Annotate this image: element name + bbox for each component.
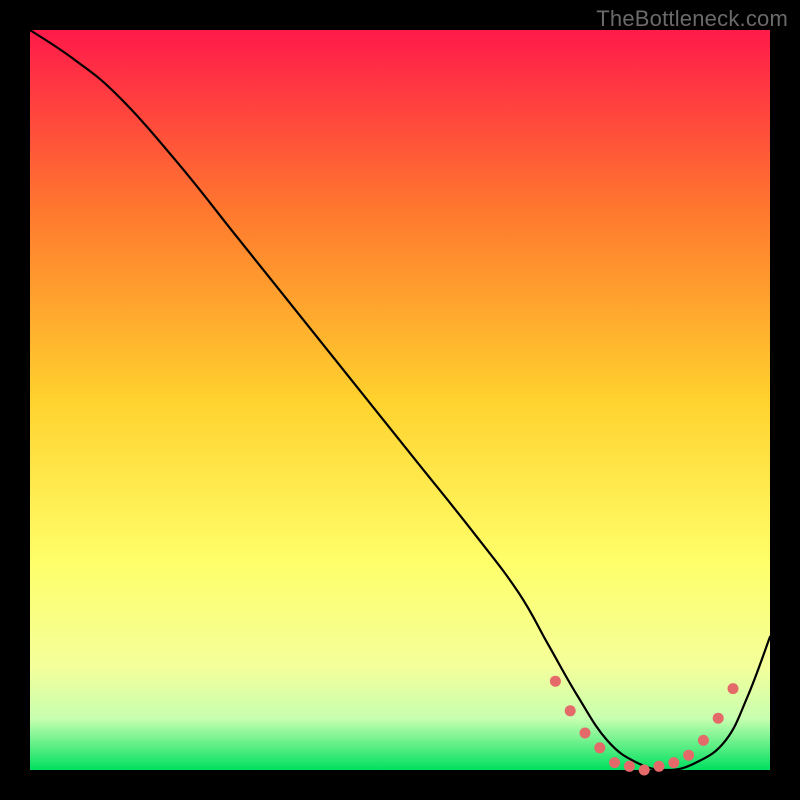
valley-marker — [698, 735, 709, 746]
valley-marker — [668, 757, 679, 768]
valley-marker — [565, 705, 576, 716]
watermark-text: TheBottleneck.com — [596, 6, 788, 32]
valley-marker — [624, 761, 635, 772]
valley-marker — [609, 757, 620, 768]
valley-marker — [728, 683, 739, 694]
valley-marker — [654, 761, 665, 772]
valley-marker — [713, 713, 724, 724]
valley-marker — [683, 750, 694, 761]
valley-marker — [550, 676, 561, 687]
valley-marker — [639, 765, 650, 776]
chart-frame: TheBottleneck.com — [0, 0, 800, 800]
gradient-background — [30, 30, 770, 770]
bottleneck-chart — [0, 0, 800, 800]
valley-marker — [594, 742, 605, 753]
valley-marker — [580, 728, 591, 739]
